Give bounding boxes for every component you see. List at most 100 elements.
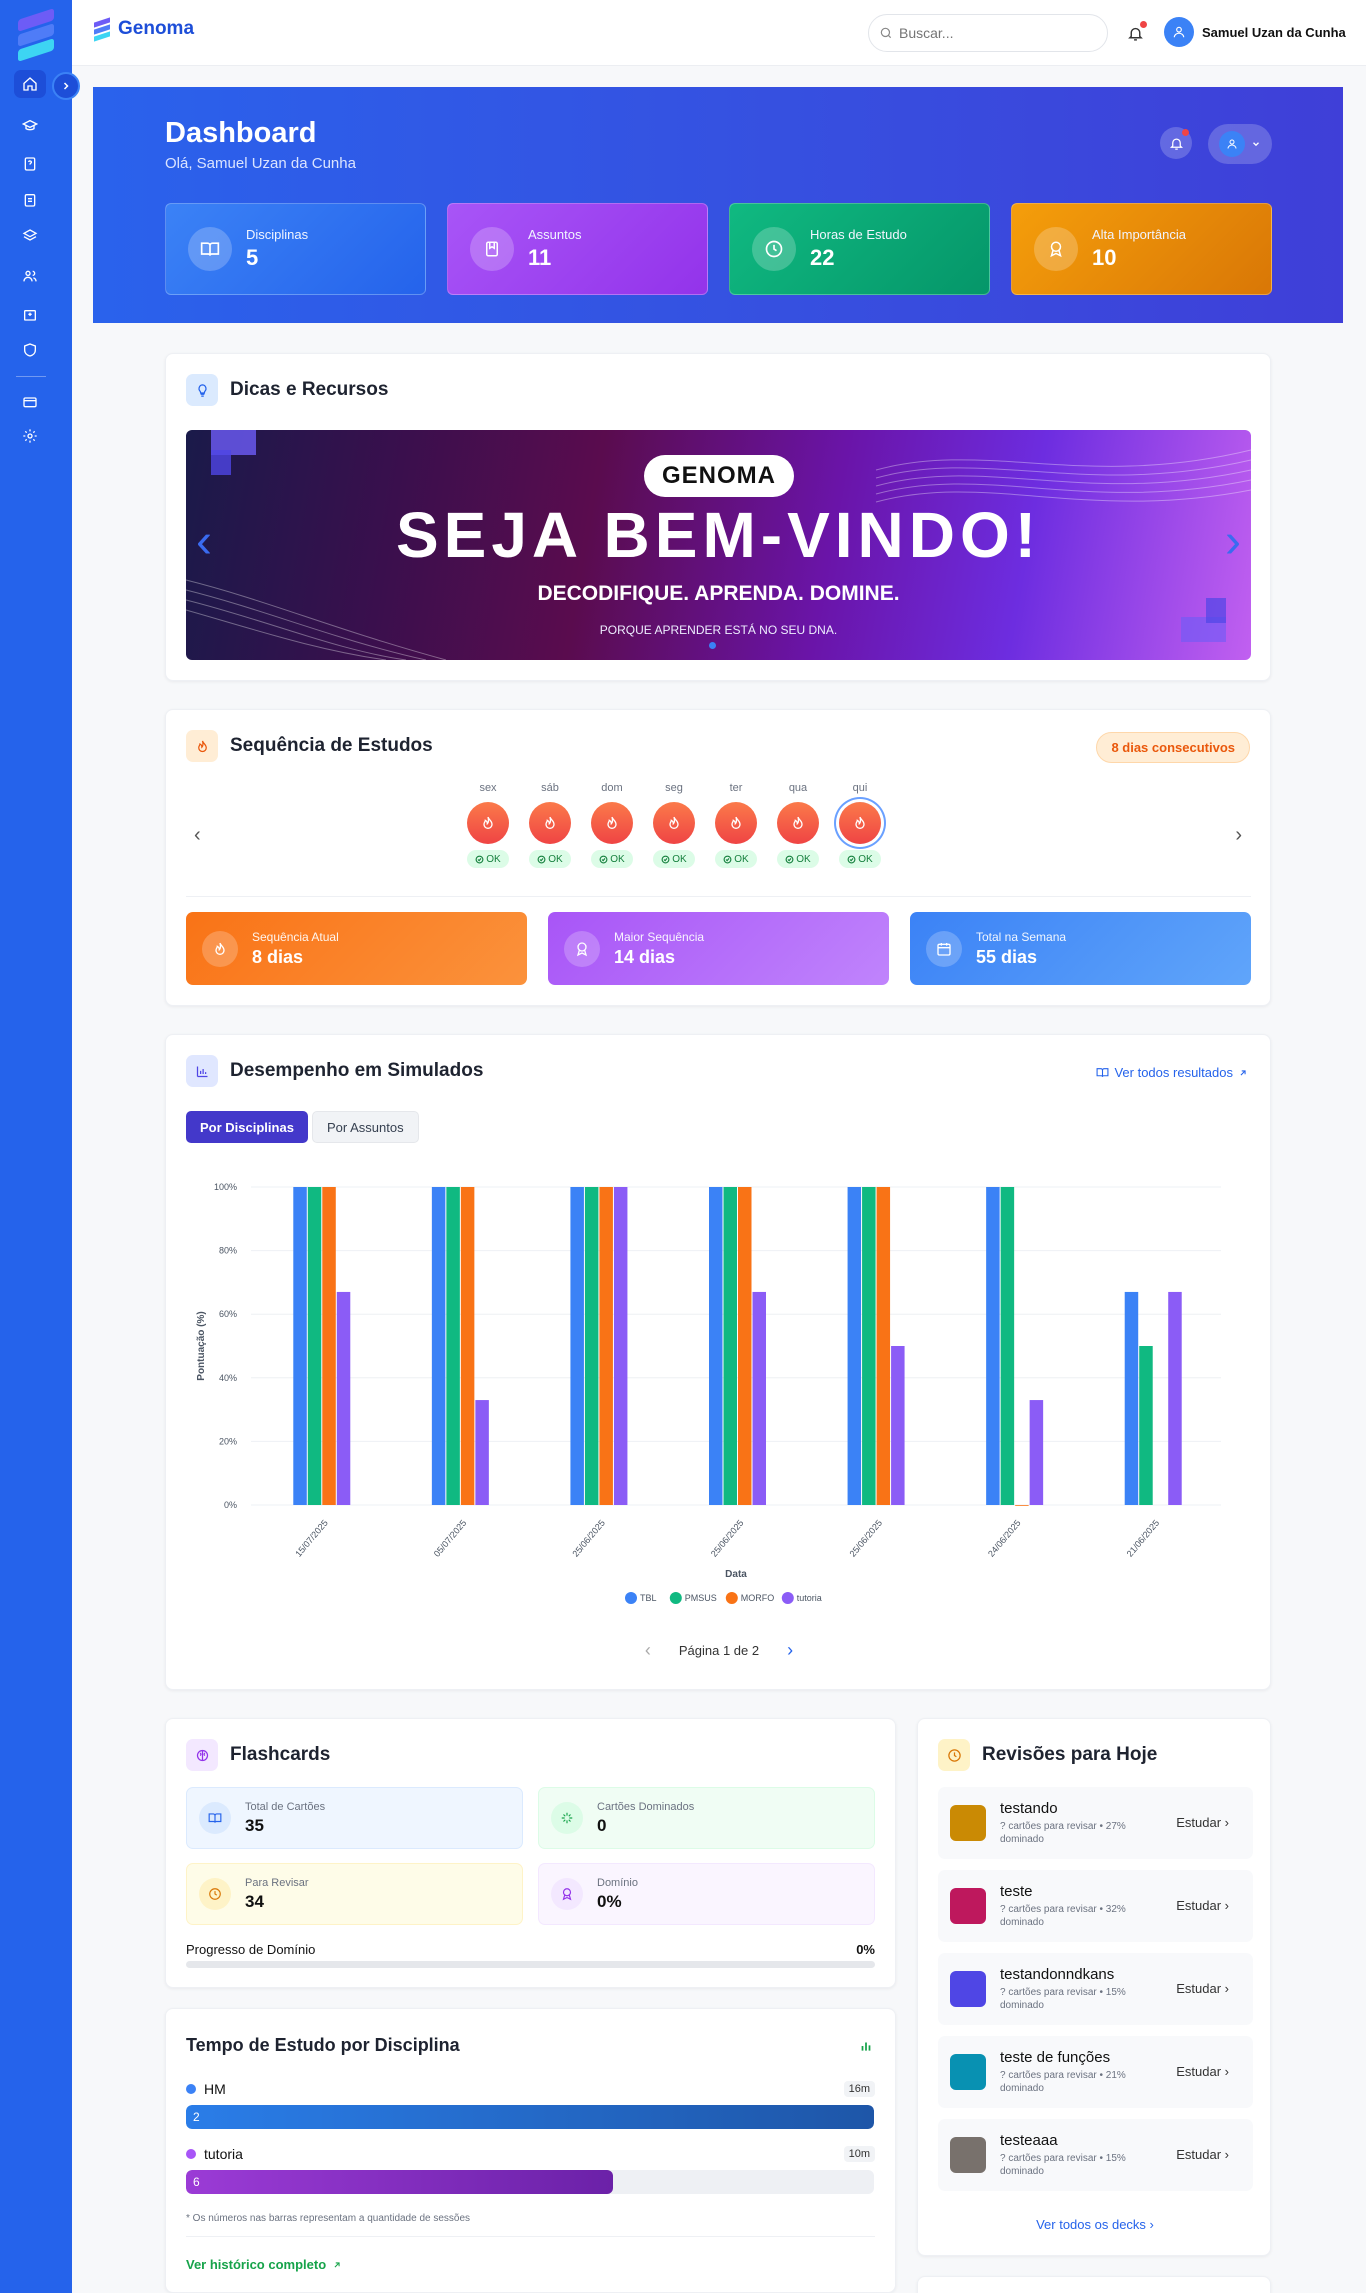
streak-day[interactable]: ter OK	[712, 782, 760, 868]
study-deck-button[interactable]: Estudar ›	[1176, 2147, 1229, 2162]
check-circle-icon	[537, 855, 546, 863]
bar-TBL	[293, 1187, 307, 1505]
bar-PMSUS	[1139, 1346, 1153, 1505]
brain-icon	[186, 1739, 218, 1771]
tab-por-disciplinas[interactable]: Por Disciplinas	[186, 1111, 308, 1143]
carousel-next-button[interactable]: ›	[1225, 518, 1241, 566]
streak-badge: 8 dias consecutivos	[1096, 732, 1250, 763]
to-review-tile: Para Revisar 34	[186, 1863, 523, 1925]
hospital-icon[interactable]	[14, 300, 46, 328]
hero-user-menu[interactable]	[1208, 124, 1272, 164]
question-file-icon[interactable]	[14, 150, 46, 178]
credit-card-icon[interactable]	[14, 388, 46, 416]
day-name: seg	[665, 782, 683, 794]
streak-day[interactable]: qui OK	[836, 782, 884, 868]
carousel-indicator[interactable]	[709, 642, 716, 649]
hero-notifications-button[interactable]	[1160, 127, 1192, 159]
bar-tutoria	[1168, 1291, 1182, 1505]
study-bar-fill: 6	[186, 2170, 613, 2194]
search-input[interactable]	[899, 25, 1089, 41]
bar-chart-icon	[186, 1055, 218, 1087]
week-total-card: Total na Semana 55 dias	[910, 912, 1251, 985]
page-title: Dashboard	[165, 117, 317, 149]
bar-PMSUS	[584, 1187, 599, 1505]
notification-dot	[1182, 129, 1189, 136]
study-deck-button[interactable]: Estudar ›	[1176, 1898, 1229, 1913]
tab-por-assuntos[interactable]: Por Assuntos	[312, 1111, 419, 1143]
study-time-card: Tempo de Estudo por Disciplina HM 16m 2 …	[165, 2008, 896, 2293]
bar-PMSUS	[307, 1187, 322, 1505]
carousel-prev-button[interactable]: ‹	[196, 518, 212, 566]
book-open-icon	[199, 1802, 231, 1834]
stat-label: Assuntos	[528, 227, 582, 242]
deck-meta: ? cartões para revisar • 15% dominado	[1000, 1987, 1126, 2011]
streak-next-button[interactable]: ›	[1235, 824, 1242, 847]
study-deck-label: Estudar	[1176, 1898, 1222, 1913]
day-status: OK	[777, 850, 819, 868]
stat-card-horas[interactable]: Horas de Estudo 22	[729, 203, 990, 295]
review-deck-item[interactable]: testeaaa ? cartões para revisar • 15% dom…	[938, 2119, 1253, 2191]
graduation-cap-icon[interactable]	[14, 112, 46, 140]
prev-page-button[interactable]: ‹	[645, 1640, 651, 1661]
max-streak-card: Maior Sequência 14 dias	[548, 912, 889, 985]
layers-icon[interactable]	[14, 222, 46, 250]
streak-day[interactable]: qua OK	[774, 782, 822, 868]
history-link[interactable]: Ver histórico completo	[186, 2257, 342, 2272]
review-deck-item[interactable]: testandonndkans ? cartões para revisar • …	[938, 1953, 1253, 2025]
next-page-button[interactable]: ›	[787, 1640, 793, 1661]
day-name: sex	[479, 782, 497, 794]
stat-card-disciplinas[interactable]: Disciplinas 5	[165, 203, 426, 295]
brand[interactable]: Genoma	[94, 16, 194, 42]
streak-title: Sequência de Estudos	[230, 735, 433, 756]
stat-card-assuntos[interactable]: Assuntos 11	[447, 203, 708, 295]
clipboard-icon[interactable]	[14, 186, 46, 214]
bar-TBL	[1124, 1291, 1139, 1505]
notifications-button[interactable]	[1122, 20, 1148, 46]
view-all-decks-link[interactable]: Ver todos os decks ›	[918, 2217, 1272, 2232]
check-circle-icon	[661, 855, 670, 863]
study-deck-button[interactable]: Estudar ›	[1176, 1815, 1229, 1830]
search-box[interactable]	[868, 14, 1108, 52]
max-streak-value: 14 dias	[614, 946, 676, 967]
stat-card-alta-importancia[interactable]: Alta Importância 10	[1011, 203, 1272, 295]
streak-day[interactable]: sáb OK	[526, 782, 574, 868]
day-status-label: OK	[796, 853, 811, 865]
bar-TBL	[570, 1187, 584, 1505]
review-deck-item[interactable]: testando ? cartões para revisar • 27% dom…	[938, 1787, 1253, 1859]
flashcards-title: Flashcards	[230, 1744, 331, 1765]
user-menu[interactable]: Samuel Uzan da Cunha	[1164, 17, 1346, 47]
flame-icon	[467, 802, 509, 844]
deck-name: testandonndkans	[1000, 1966, 1115, 1983]
avatar	[1219, 131, 1245, 157]
streak-prev-button[interactable]: ‹	[194, 824, 201, 847]
bar-TBL	[431, 1187, 446, 1505]
study-deck-label: Estudar	[1176, 2064, 1222, 2079]
clock-icon	[752, 227, 796, 271]
streak-day[interactable]: dom OK	[588, 782, 636, 868]
welcome-banner[interactable]: GENOMA SEJA BEM-VINDO! DECODIFIQUE. APRE…	[186, 430, 1251, 660]
to-review-label: Para Revisar	[245, 1876, 309, 1889]
logo-icon[interactable]	[18, 8, 54, 62]
x-tick-label: 05/07/2025	[432, 1518, 469, 1559]
legend-swatch	[625, 1592, 637, 1604]
review-deck-item[interactable]: teste ? cartões para revisar • 32% domina…	[938, 1870, 1253, 1942]
deck-meta: ? cartões para revisar • 32% dominado	[1000, 1904, 1126, 1928]
shield-icon[interactable]	[14, 336, 46, 364]
view-all-results-link[interactable]: Ver todos resultados	[1096, 1065, 1248, 1080]
gear-icon[interactable]	[14, 422, 46, 450]
total-cards-value: 35	[245, 1815, 264, 1835]
expand-sidebar-button[interactable]	[52, 72, 80, 100]
review-deck-item[interactable]: teste de funções ? cartões para revisar •…	[938, 2036, 1253, 2108]
study-deck-button[interactable]: Estudar ›	[1176, 2064, 1229, 2079]
y-tick-label: 60%	[219, 1309, 237, 1319]
max-streak-label: Maior Sequência	[614, 929, 705, 944]
pagination: ‹ Página 1 de 2 ›	[166, 1640, 1272, 1661]
streak-day[interactable]: sex OK	[464, 782, 512, 868]
study-deck-button[interactable]: Estudar ›	[1176, 1981, 1229, 1996]
avatar	[1164, 17, 1194, 47]
streak-day[interactable]: seg OK	[650, 782, 698, 868]
deck-meta: ? cartões para revisar • 15% dominado	[1000, 2153, 1126, 2177]
users-icon[interactable]	[14, 262, 46, 290]
bar-MORFO	[738, 1187, 752, 1505]
home-icon[interactable]	[14, 70, 46, 98]
